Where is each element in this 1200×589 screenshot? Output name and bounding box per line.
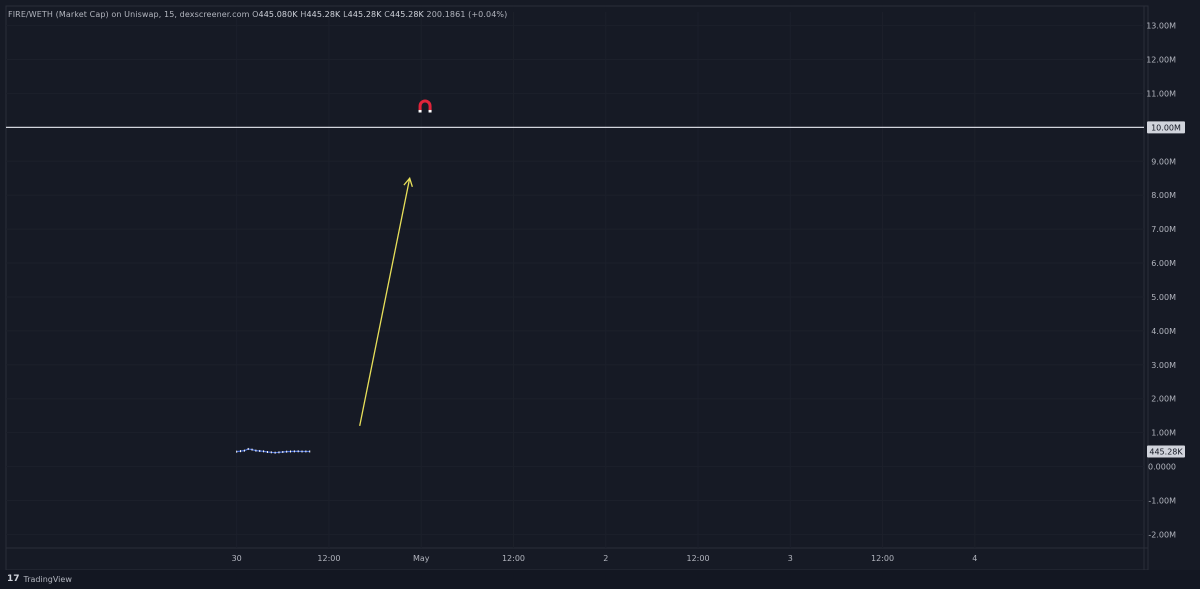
magnet-tip [428, 109, 432, 113]
y-tick-label: 1.00M [1151, 429, 1176, 438]
price-change: 200.1861 (+0.04%) [426, 10, 508, 19]
tradingview-logo[interactable]: 17 TradingView [7, 574, 72, 584]
series-point [293, 450, 295, 453]
symbol-name[interactable]: FIRE/WETH (Market Cap) on Uniswap, 15, d… [8, 10, 249, 19]
plot-border [5, 5, 1149, 571]
y-tick-label: 9.00M [1151, 157, 1176, 166]
series-point [259, 449, 261, 452]
x-tick-label: 3 [788, 554, 793, 563]
last-price-label: 445.28K [1149, 447, 1183, 456]
series-point [305, 450, 307, 453]
series-point [301, 450, 303, 453]
series-point [243, 449, 245, 452]
magnet-icon[interactable] [418, 99, 432, 113]
series-point [309, 450, 311, 453]
series-point [270, 451, 272, 454]
series-point [266, 450, 268, 453]
x-tick-label: 2 [603, 554, 608, 563]
y-tick-label: -1.00M [1148, 497, 1176, 506]
arrow-drawing[interactable] [359, 178, 411, 427]
magnet-body [418, 99, 432, 111]
series-point [251, 448, 253, 451]
series-point [247, 447, 249, 450]
y-tick-label: 4.00M [1151, 327, 1176, 336]
y-tick-label: 8.00M [1151, 191, 1176, 200]
y-tick-label: 12.00M [1146, 55, 1176, 64]
x-tick-label: 12:00 [686, 554, 709, 563]
ohlc-low: L445.28K [343, 10, 382, 19]
ohlc-high: H445.28K [300, 10, 341, 19]
tradingview-mark-icon: 17 [7, 574, 20, 584]
x-tick-label: 12:00 [871, 554, 894, 563]
ohlc-open: O445.080K [252, 10, 298, 19]
series-point [282, 450, 284, 453]
y-tick-label: -2.00M [1148, 530, 1176, 539]
magnet-tip [418, 109, 422, 113]
y-tick-label: 3.00M [1151, 361, 1176, 370]
y-tick-label: 0.0000 [1148, 463, 1176, 472]
x-tick-label: 4 [972, 554, 977, 563]
series-point [240, 450, 242, 453]
series-point [236, 450, 238, 453]
series-point [286, 450, 288, 453]
series-point [255, 449, 257, 452]
x-tick-label: 30 [232, 554, 242, 563]
series-point [297, 450, 299, 453]
tradingview-label: TradingView [23, 574, 72, 584]
x-tick-label: May [413, 554, 430, 563]
y-tick-label: 5.00M [1151, 293, 1176, 302]
y-tick-label: 6.00M [1151, 259, 1176, 268]
series-point [274, 451, 276, 454]
horizontal-line-price-label: 10.00M [1151, 123, 1181, 132]
ohlc-close: C445.28K [384, 10, 424, 19]
x-tick-label: 12:00 [317, 554, 340, 563]
y-tick-label: 11.00M [1146, 89, 1176, 98]
symbol-legend: FIRE/WETH (Market Cap) on Uniswap, 15, d… [8, 10, 507, 19]
chart-canvas[interactable]: 13.00M 12.00M 11.00M 9.00M 8.00M 7.00M 6.00M 5.… [0, 0, 1200, 589]
x-tick-label: 12:00 [502, 554, 525, 563]
footer-bar [0, 570, 1200, 589]
series-line[interactable] [236, 448, 310, 454]
series-point [290, 450, 291, 453]
series-point [278, 451, 280, 454]
y-tick-label: 2.00M [1151, 395, 1176, 404]
series-point [263, 450, 265, 453]
y-tick-label: 7.00M [1151, 225, 1176, 234]
y-tick-label: 13.00M [1146, 22, 1176, 31]
